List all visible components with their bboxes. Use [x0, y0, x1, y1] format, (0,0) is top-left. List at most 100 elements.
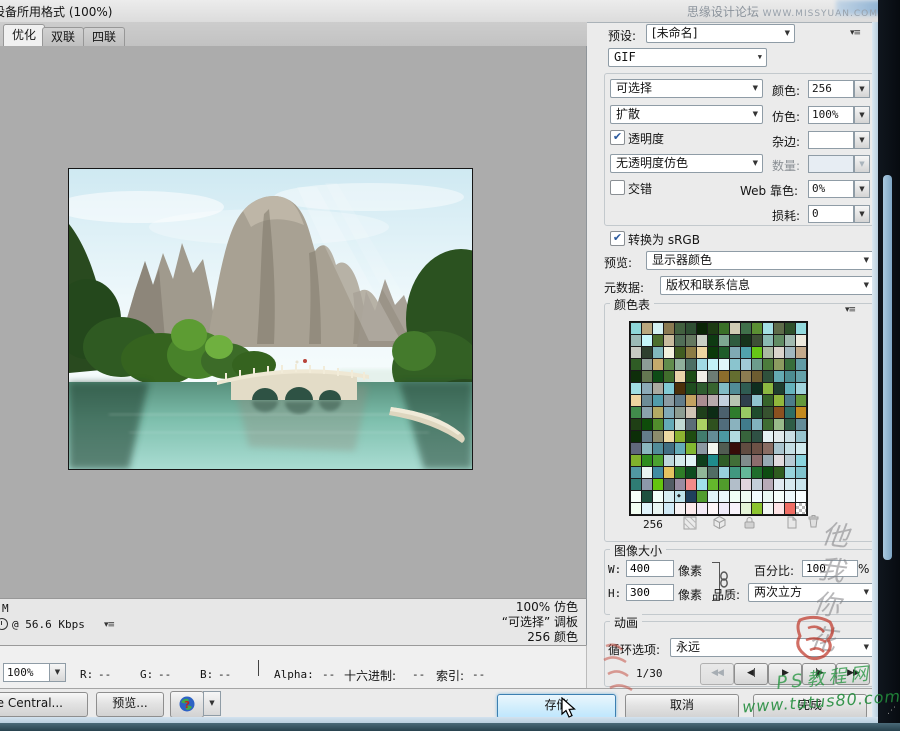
color-swatch[interactable] — [752, 335, 762, 346]
color-swatch[interactable] — [675, 407, 685, 418]
color-swatch[interactable] — [730, 359, 740, 370]
color-swatch[interactable] — [697, 395, 707, 406]
color-swatch[interactable] — [686, 479, 696, 490]
color-swatch[interactable] — [774, 491, 784, 502]
color-swatch[interactable] — [686, 335, 696, 346]
color-swatch[interactable] — [686, 419, 696, 430]
color-swatch[interactable] — [763, 335, 773, 346]
format-combo[interactable]: GIF▼ — [608, 48, 767, 67]
color-swatch[interactable] — [730, 431, 740, 442]
color-swatch[interactable] — [785, 443, 795, 454]
color-swatch[interactable] — [741, 371, 751, 382]
websnap-value-box[interactable]: 0% — [808, 180, 854, 198]
color-swatch[interactable] — [741, 347, 751, 358]
color-swatch[interactable] — [697, 383, 707, 394]
color-swatch[interactable] — [785, 347, 795, 358]
color-swatch[interactable] — [642, 467, 652, 478]
color-swatch[interactable] — [708, 467, 718, 478]
color-swatch[interactable] — [796, 347, 806, 358]
color-swatch[interactable] — [763, 395, 773, 406]
color-swatch[interactable] — [752, 347, 762, 358]
color-swatch[interactable] — [697, 335, 707, 346]
color-swatch[interactable] — [697, 323, 707, 334]
color-swatch[interactable] — [774, 467, 784, 478]
color-swatch[interactable] — [741, 455, 751, 466]
color-swatch[interactable] — [664, 467, 674, 478]
transparency-dither-combo[interactable]: 无透明度仿色▼ — [610, 154, 763, 173]
color-swatch[interactable] — [631, 479, 641, 490]
color-swatch[interactable] — [675, 455, 685, 466]
color-swatch[interactable] — [752, 431, 762, 442]
color-swatch[interactable] — [763, 491, 773, 502]
color-swatch[interactable] — [785, 419, 795, 430]
color-swatch[interactable] — [796, 443, 806, 454]
color-swatch[interactable] — [664, 491, 674, 502]
percent-input[interactable] — [802, 560, 858, 577]
color-swatch[interactable] — [763, 383, 773, 394]
color-swatch[interactable] — [642, 359, 652, 370]
color-swatch[interactable] — [796, 407, 806, 418]
color-swatch[interactable] — [730, 395, 740, 406]
colors-value-box[interactable]: 256 — [808, 80, 854, 98]
color-swatch[interactable] — [664, 431, 674, 442]
color-swatch[interactable] — [653, 395, 663, 406]
color-swatch[interactable] — [763, 359, 773, 370]
color-swatch[interactable] — [631, 443, 641, 454]
color-swatch[interactable] — [686, 359, 696, 370]
color-swatch[interactable] — [785, 491, 795, 502]
color-swatch[interactable] — [675, 371, 685, 382]
color-swatch[interactable] — [708, 335, 718, 346]
color-swatch[interactable] — [785, 479, 795, 490]
matte-value-box[interactable] — [808, 131, 854, 149]
color-swatch[interactable] — [785, 503, 795, 514]
color-swatch[interactable] — [763, 431, 773, 442]
color-swatch[interactable] — [631, 455, 641, 466]
last-frame-button[interactable]: ▶▶ — [836, 663, 870, 685]
panel-menu-icon[interactable]: ▾≡ — [850, 28, 860, 38]
color-swatch[interactable] — [675, 347, 685, 358]
color-swatch[interactable] — [730, 407, 740, 418]
color-swatch[interactable] — [675, 467, 685, 478]
color-swatch[interactable] — [664, 479, 674, 490]
color-swatch[interactable] — [785, 383, 795, 394]
color-swatch[interactable] — [763, 503, 773, 514]
color-swatch[interactable] — [730, 383, 740, 394]
zoom-level-box[interactable]: 100% — [3, 663, 51, 682]
color-swatch[interactable] — [796, 455, 806, 466]
save-button[interactable]: 存储 — [497, 694, 616, 719]
color-swatch[interactable] — [697, 503, 707, 514]
color-swatch[interactable] — [719, 443, 729, 454]
color-swatch[interactable] — [774, 503, 784, 514]
color-swatch[interactable] — [719, 383, 729, 394]
color-swatch[interactable] — [675, 419, 685, 430]
tab-4up[interactable]: 四联 — [83, 27, 125, 46]
previous-frame-button[interactable]: ◀| — [734, 663, 768, 685]
delete-color-icon[interactable] — [806, 514, 821, 529]
color-swatch[interactable] — [796, 503, 806, 514]
color-swatch[interactable] — [642, 419, 652, 430]
color-swatch[interactable] — [719, 467, 729, 478]
color-swatch[interactable] — [785, 323, 795, 334]
color-swatch[interactable] — [785, 467, 795, 478]
color-swatch[interactable] — [653, 407, 663, 418]
color-swatch[interactable] — [631, 503, 641, 514]
color-swatch[interactable] — [631, 383, 641, 394]
color-swatch[interactable] — [752, 491, 762, 502]
color-swatch[interactable] — [653, 503, 663, 514]
color-swatch[interactable] — [708, 503, 718, 514]
color-swatch[interactable] — [796, 323, 806, 334]
color-swatch[interactable] — [796, 419, 806, 430]
color-swatch[interactable] — [796, 335, 806, 346]
color-swatch[interactable] — [741, 467, 751, 478]
color-swatch[interactable] — [774, 347, 784, 358]
color-swatch[interactable] — [752, 419, 762, 430]
color-swatch[interactable] — [675, 323, 685, 334]
preview-in-browser-button[interactable]: 预览... — [96, 692, 164, 717]
color-swatch[interactable] — [752, 359, 762, 370]
color-swatch[interactable] — [752, 443, 762, 454]
color-swatch[interactable] — [708, 443, 718, 454]
lossy-value-box[interactable]: 0 — [808, 205, 854, 223]
tab-optimized[interactable]: 优化 — [3, 24, 45, 46]
preset-combo[interactable]: [未命名]▼ — [646, 24, 795, 43]
color-swatch[interactable] — [686, 347, 696, 358]
